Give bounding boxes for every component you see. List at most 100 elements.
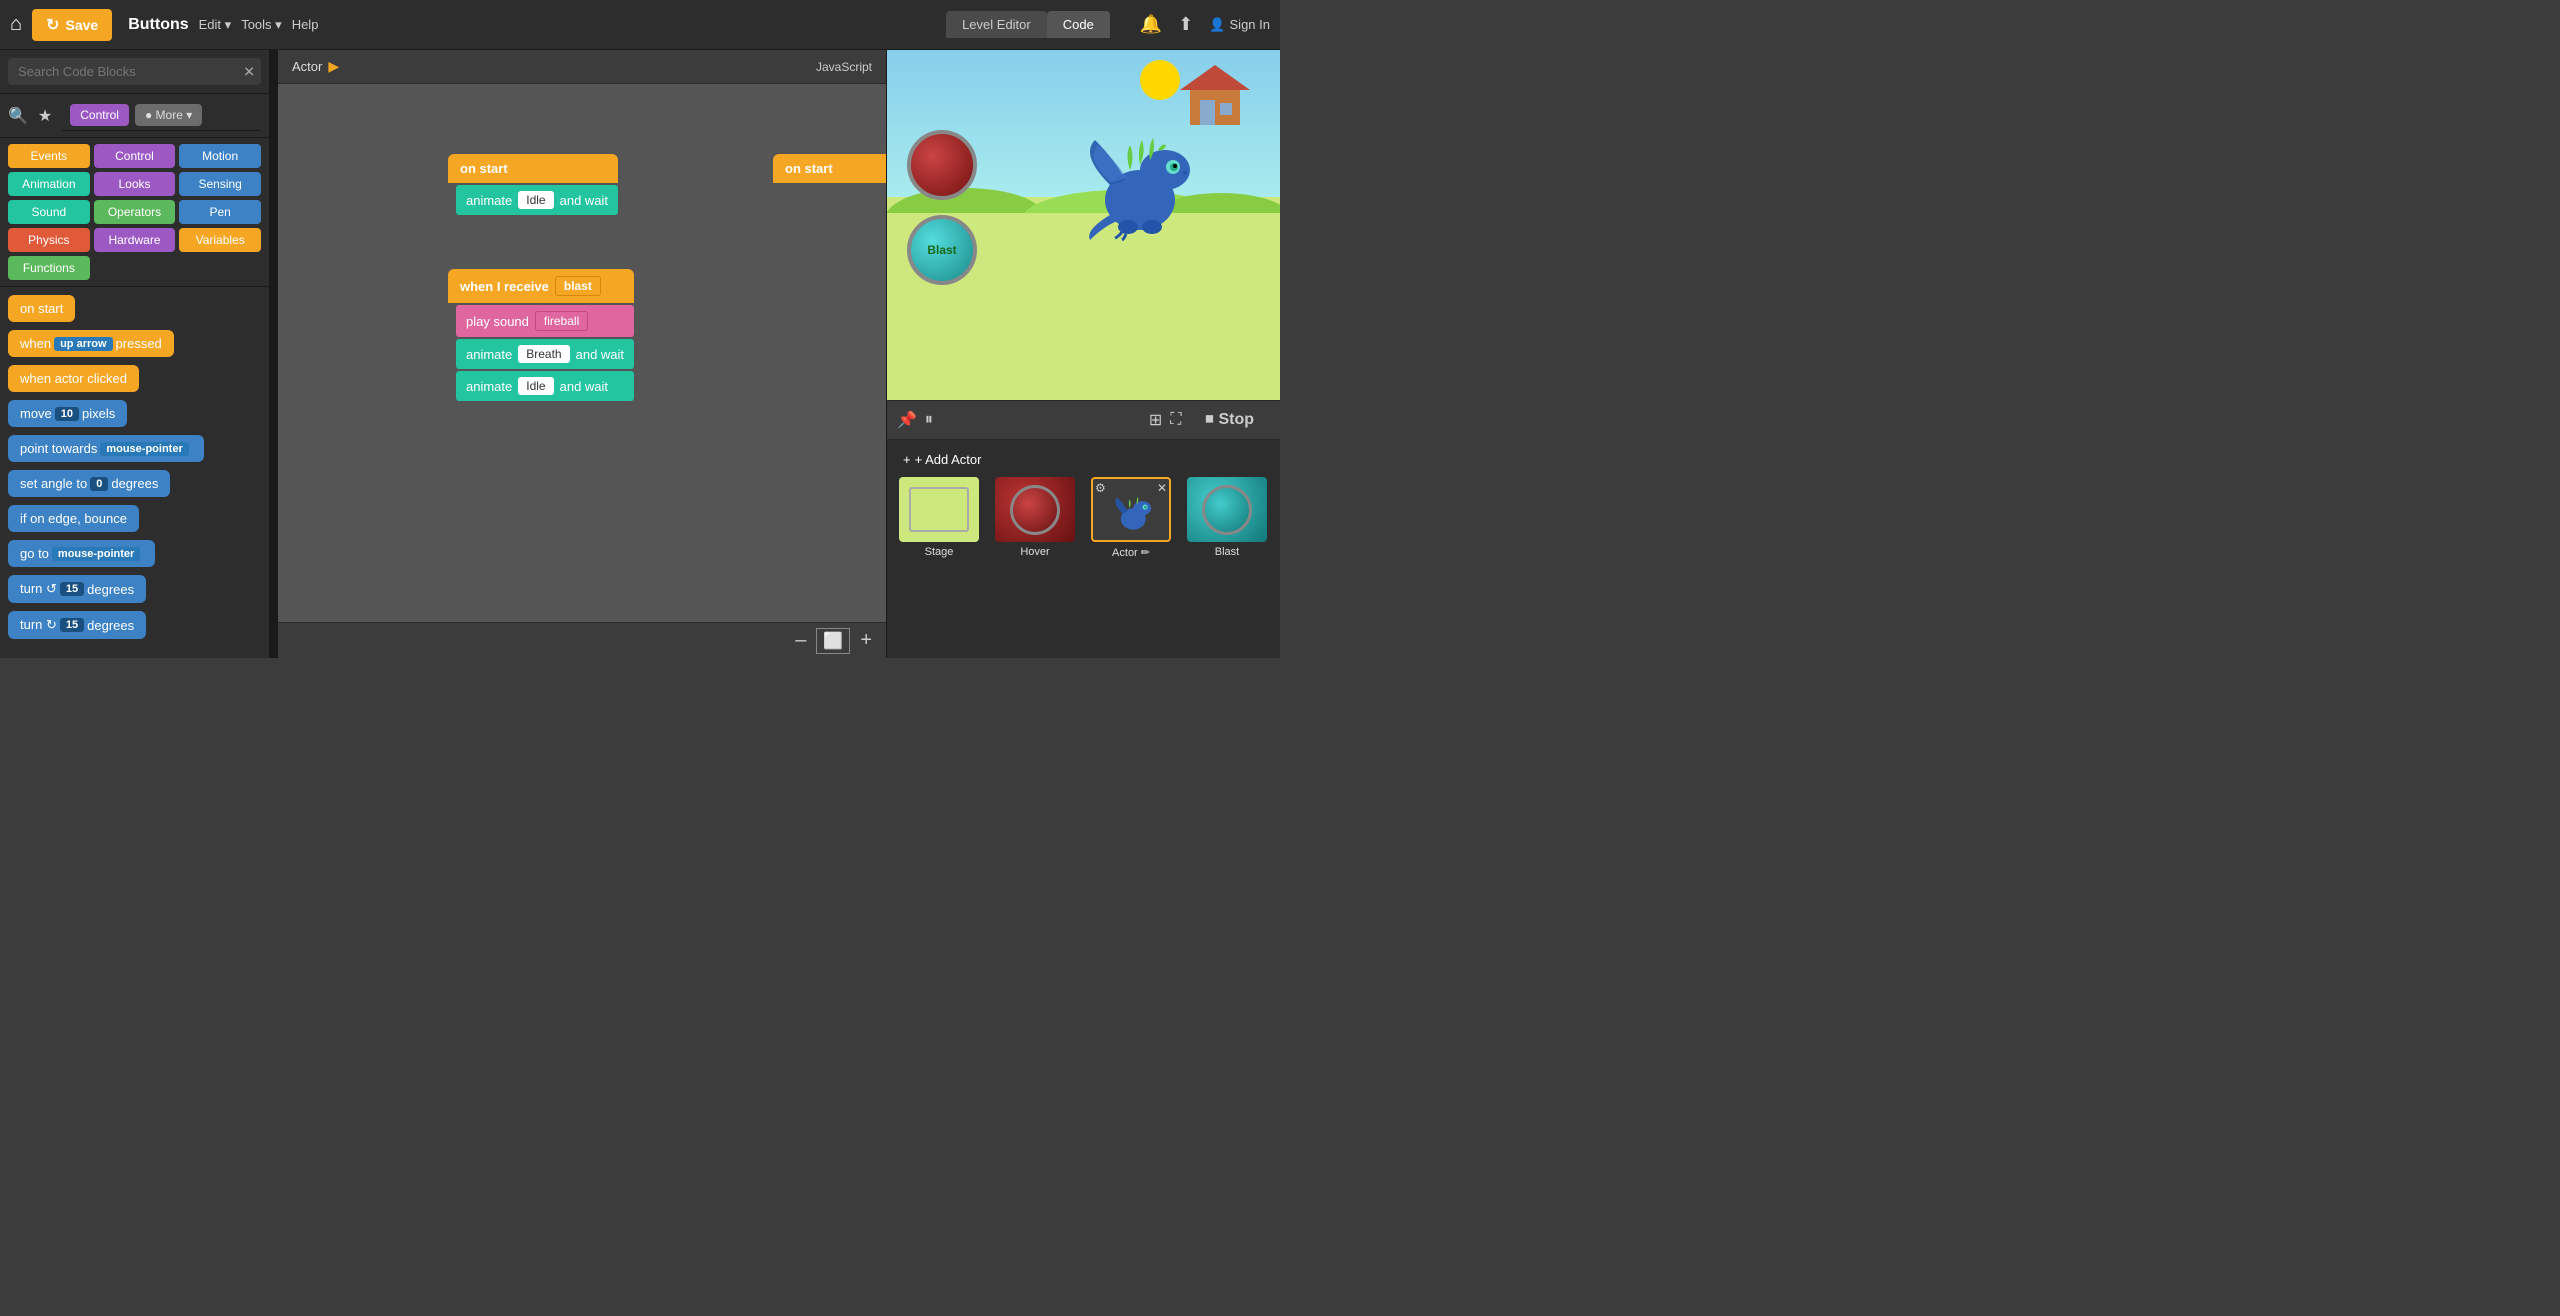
play-sound-block[interactable]: play sound fireball [456, 305, 634, 337]
breadcrumb-actor[interactable]: Actor [292, 59, 322, 74]
hover-button[interactable] [907, 130, 977, 200]
goto-badge: mouse-pointer [52, 547, 140, 561]
blast-button[interactable]: Blast [907, 215, 977, 285]
zoom-fit-button[interactable]: ⬜ [816, 628, 850, 654]
zoom-in-button[interactable]: + [860, 629, 872, 652]
plus-icon: + [903, 452, 911, 467]
more-tab[interactable]: ● More ▾ [135, 104, 202, 126]
cat-animation[interactable]: Animation [8, 172, 90, 196]
control-bar: 📌 ⏸ ⊞ ⛶ ⏹ Stop [887, 400, 1280, 440]
panel-divider[interactable] [270, 50, 278, 658]
block-move-pixels[interactable]: move 10 pixels [8, 400, 127, 427]
animate-idle-block[interactable]: animate Idle and wait [456, 185, 618, 215]
block-turn-cw[interactable]: turn ↻ 15 degrees [8, 611, 146, 639]
add-actor-label: + Add Actor [915, 452, 982, 467]
tab-code[interactable]: Code [1047, 11, 1110, 38]
block-set-angle[interactable]: set angle to 0 degrees [8, 470, 170, 497]
user-icon: 👤 [1209, 17, 1225, 33]
search-area: ✕ [0, 50, 269, 94]
actor-thumb-actor[interactable]: ⚙ ✕ Acto [1087, 477, 1175, 559]
block-when-pressed[interactable]: when up arrow pressed [8, 330, 174, 357]
code-group-2: when I receive blast play sound fireball… [448, 269, 634, 401]
block-turn-ccw[interactable]: turn ↺ 15 degrees [8, 575, 146, 603]
block-go-to[interactable]: go to mouse-pointer [8, 540, 155, 567]
javascript-button[interactable]: JavaScript [816, 60, 872, 74]
search-input[interactable] [8, 58, 261, 85]
control-tab[interactable]: Control [70, 104, 129, 126]
close-icon[interactable]: ✕ [1157, 481, 1167, 495]
animate-breath-block[interactable]: animate Breath and wait [456, 339, 634, 369]
idle-badge-2: Idle [518, 377, 553, 395]
cat-events[interactable]: Events [8, 144, 90, 168]
actor-label: Actor ✏ [1112, 546, 1150, 559]
topbar: ⌂ ↻ Save Buttons Edit ▾ Tools ▾ Help Lev… [0, 0, 1280, 50]
hover-thumbnail [995, 477, 1075, 542]
on-start-trigger-2[interactable]: on start [773, 154, 886, 183]
block-point-towards[interactable]: point towards mouse-pointer [8, 435, 204, 462]
sign-in-button[interactable]: 👤 Sign In [1209, 17, 1270, 33]
cat-pen[interactable]: Pen [179, 200, 261, 224]
actor-thumb-hover[interactable]: Hover [991, 477, 1079, 559]
cat-functions[interactable]: Functions [8, 256, 90, 280]
cat-motion[interactable]: Motion [179, 144, 261, 168]
left-panel: ✕ 🔍 ★ Control ● More ▾ Events Control Mo… [0, 50, 270, 658]
hover-img [1010, 485, 1060, 535]
fullscreen-button[interactable]: ⛶ [1170, 411, 1181, 429]
animate-idle-block-2[interactable]: animate Idle and wait [456, 371, 634, 401]
gear-icon[interactable]: ⚙ [1095, 481, 1106, 495]
save-button[interactable]: ↻ Save [32, 9, 112, 41]
actors-list: Stage Hover ⚙ ✕ [895, 477, 1272, 559]
zoom-out-button[interactable]: – [795, 629, 806, 652]
block-if-edge-bounce[interactable]: if on edge, bounce [8, 505, 139, 532]
cat-variables[interactable]: Variables [179, 228, 261, 252]
share-icon[interactable]: ⬆ [1178, 14, 1193, 35]
actor-thumb-blast[interactable]: Blast [1183, 477, 1271, 559]
bell-icon[interactable]: 🔔 [1140, 14, 1162, 35]
menu-area: Edit ▾ Tools ▾ Help [199, 17, 319, 33]
search-icon-button[interactable]: 🔍 [8, 106, 28, 126]
home-button[interactable]: ⌂ [10, 13, 22, 36]
on-start-trigger[interactable]: on start [448, 154, 618, 183]
tools-menu[interactable]: Tools ▾ [241, 17, 282, 33]
sign-in-label: Sign In [1230, 17, 1270, 32]
tab-level-editor[interactable]: Level Editor [946, 11, 1047, 38]
code-group-3: on start [773, 154, 886, 183]
blast-img [1202, 485, 1252, 535]
actor-thumbnail: ⚙ ✕ [1091, 477, 1171, 542]
add-actor-button[interactable]: + + Add Actor [895, 448, 989, 471]
sun [1140, 60, 1180, 100]
stop-label: Stop [1218, 411, 1254, 429]
actor-strip: + + Add Actor Stage Hover [887, 440, 1280, 567]
favorites-button[interactable]: ★ [38, 106, 52, 126]
cat-sound[interactable]: Sound [8, 200, 90, 224]
block-when-actor-clicked[interactable]: when actor clicked [8, 365, 139, 392]
pin-button[interactable]: 📌 [897, 410, 917, 430]
cat-sensing[interactable]: Sensing [179, 172, 261, 196]
main-area: ✕ 🔍 ★ Control ● More ▾ Events Control Mo… [0, 50, 1280, 658]
grid-button[interactable]: ⊞ [1149, 410, 1162, 430]
preview-background: Blast [887, 50, 1280, 400]
zoom-bar: – ⬜ + [278, 622, 886, 658]
category-tabs: Control ● More ▾ [62, 100, 261, 131]
pointer-badge: mouse-pointer [100, 442, 188, 456]
when-receive-trigger[interactable]: when I receive blast [448, 269, 634, 303]
cat-looks[interactable]: Looks [94, 172, 176, 196]
block-on-start[interactable]: on start [8, 295, 75, 322]
stop-button[interactable]: ⏹ Stop [1189, 406, 1270, 434]
app-title: Buttons [128, 16, 188, 34]
actor-thumb-stage[interactable]: Stage [895, 477, 983, 559]
cat-hardware[interactable]: Hardware [94, 228, 176, 252]
help-menu[interactable]: Help [292, 17, 319, 33]
cat-physics[interactable]: Physics [8, 228, 90, 252]
pause-button[interactable]: ⏸ [925, 411, 933, 429]
blast-thumbnail [1187, 477, 1267, 542]
search-clear-button[interactable]: ✕ [243, 63, 255, 80]
cat-operators[interactable]: Operators [94, 200, 176, 224]
save-label: Save [66, 17, 99, 33]
topbar-right: 🔔 ⬆ 👤 Sign In [1140, 14, 1270, 35]
code-area[interactable]: on start animate Idle and wait when I re… [278, 84, 886, 620]
edit-icon[interactable]: ✏ [1141, 546, 1150, 559]
edit-menu[interactable]: Edit ▾ [199, 17, 232, 33]
cat-control[interactable]: Control [94, 144, 176, 168]
up-arrow-badge: up arrow [54, 337, 112, 351]
